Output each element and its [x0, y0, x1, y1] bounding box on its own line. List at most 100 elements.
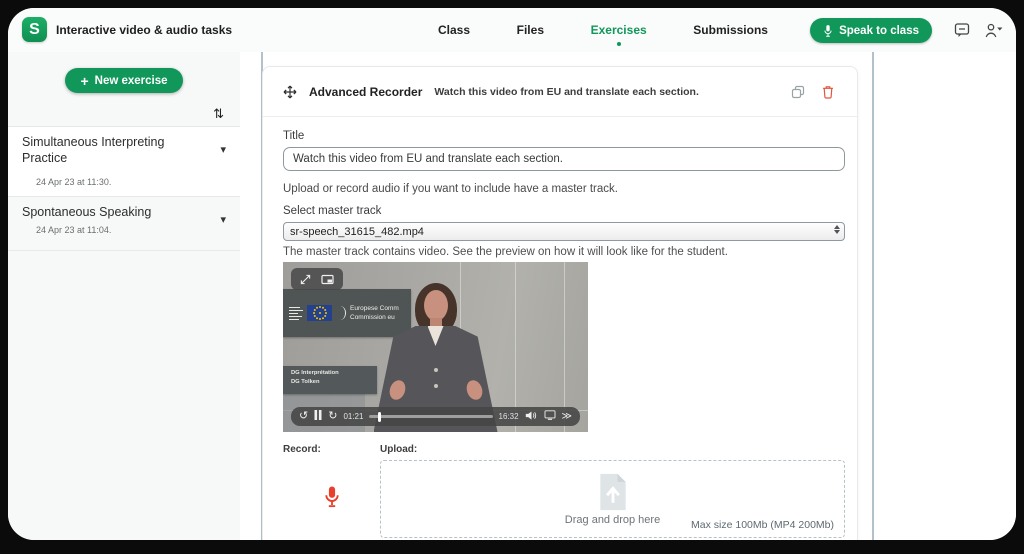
file-upload-icon: [597, 473, 629, 511]
preview-hint: The master track contains video. See the…: [283, 246, 845, 258]
upload-dropzone[interactable]: Drag and drop here Max size 100Mb (MP4 2…: [380, 460, 845, 538]
copy-icon: [791, 85, 805, 99]
volume-button[interactable]: [525, 410, 538, 424]
selected-track-value: sr-speech_31615_482.mp4: [290, 226, 424, 238]
exercise-date: 24 Apr 23 at 11:30.: [36, 177, 206, 187]
advanced-recorder-card: Advanced Recorder Watch this video from …: [262, 66, 858, 540]
logo-letter: S: [29, 21, 40, 39]
video-preview[interactable]: Europese Comm Commission eu DG Interprét…: [283, 262, 588, 432]
dg-interpretation-sign: DG Interprétation DG Tolken: [283, 366, 377, 394]
exercise-list-item-spontaneous-speaking[interactable]: Spontaneous Speaking 24 Apr 23 at 11:04.…: [8, 197, 240, 251]
plus-icon: +: [80, 74, 88, 88]
expand-button[interactable]: [300, 274, 311, 285]
video-overlay-controls: [291, 268, 343, 290]
video-player-bar: ↺ ↻ 01:21 16:32: [291, 407, 580, 426]
trash-icon: [822, 85, 834, 99]
chevron-down-icon[interactable]: ▾: [220, 213, 226, 226]
record-label: Record:: [283, 444, 380, 455]
spinner-down-arrow: [834, 230, 840, 234]
eu-flag: [307, 305, 332, 321]
dropzone-text: Drag and drop here: [565, 514, 660, 526]
duplicate-block-button[interactable]: [789, 83, 807, 101]
spinner-up-arrow: [834, 225, 840, 229]
chevron-down-icon[interactable]: ▾: [220, 143, 226, 156]
progress-bar[interactable]: [369, 415, 492, 418]
master-track-hint: Upload or record audio if you want to in…: [283, 183, 845, 195]
block-type-title: Advanced Recorder: [309, 85, 422, 99]
app-window: S Interactive video & audio tasks Class …: [8, 8, 1016, 540]
exercise-title: Simultaneous Interpreting Practice: [22, 135, 206, 166]
title-input[interactable]: [283, 147, 845, 171]
card-header: Advanced Recorder Watch this video from …: [263, 67, 857, 117]
delete-block-button[interactable]: [819, 83, 837, 101]
select-spinner-icon: [834, 225, 840, 234]
person-face: [424, 290, 448, 321]
more-controls-button[interactable]: ≫: [562, 411, 572, 422]
sort-icon[interactable]: ⇅: [213, 107, 224, 120]
tab-class-label: Class: [438, 23, 470, 37]
title-field-label: Title: [283, 130, 845, 142]
pause-icon: [314, 410, 322, 420]
microphone-icon: [823, 24, 833, 38]
tab-submissions[interactable]: Submissions: [691, 19, 770, 41]
tab-files-label: Files: [517, 23, 544, 37]
select-master-track-label: Select master track: [283, 205, 845, 217]
tab-files[interactable]: Files: [515, 19, 546, 41]
display-icon: [544, 410, 556, 420]
editor-right-divider: [872, 52, 874, 540]
exercise-list-item-simultaneous-interpreting[interactable]: Simultaneous Interpreting Practice 24 Ap…: [8, 127, 240, 197]
chat-button[interactable]: [952, 21, 972, 39]
drag-handle-icon[interactable]: [283, 85, 297, 99]
cast-button[interactable]: [544, 410, 556, 423]
dropzone-size-limit: Max size 100Mb (MP4 200Mb): [691, 519, 834, 531]
exercise-date: 24 Apr 23 at 11:04.: [36, 225, 206, 235]
active-tab-dot: [617, 42, 621, 46]
tab-class[interactable]: Class: [436, 19, 472, 41]
current-time: 01:21: [343, 412, 363, 421]
volume-icon: [525, 410, 538, 421]
sign-stripes-decoration: [289, 307, 303, 320]
app-logo: S: [22, 17, 47, 42]
rewind-button[interactable]: ↺: [299, 411, 308, 422]
eu-commission-sign: Europese Comm Commission eu: [283, 289, 411, 337]
sign-fan-decoration: [336, 306, 346, 320]
sign2-line-2: DG Tolken: [291, 378, 377, 387]
exercise-sidebar: + New exercise ⇅ Simultaneous Interpreti…: [8, 52, 240, 540]
picture-in-picture-button[interactable]: [321, 274, 334, 285]
new-exercise-button[interactable]: + New exercise: [65, 68, 182, 93]
sign-line-1: Europese Comm: [350, 305, 399, 312]
record-column: [283, 460, 380, 538]
progress-handle[interactable]: [378, 412, 381, 422]
tab-submissions-label: Submissions: [693, 23, 768, 37]
record-upload-labels: Record: Upload:: [283, 444, 845, 455]
sign-line-2: Commission eu: [350, 314, 395, 321]
main-nav: Class Files Exercises Submissions: [436, 8, 770, 52]
forward-button[interactable]: ↻: [328, 411, 337, 422]
block-summary: Watch this video from EU and translate e…: [434, 86, 699, 98]
speak-to-class-button[interactable]: Speak to class: [810, 18, 932, 43]
duration: 16:32: [499, 412, 519, 421]
master-track-select[interactable]: sr-speech_31615_482.mp4: [283, 222, 845, 241]
expand-icon: [300, 274, 311, 285]
record-microphone-button[interactable]: [324, 485, 340, 514]
new-exercise-label: New exercise: [95, 75, 168, 87]
page-title: Interactive video & audio tasks: [56, 8, 232, 52]
exercise-title: Spontaneous Speaking: [22, 205, 206, 221]
tab-exercises[interactable]: Exercises: [589, 19, 649, 41]
pause-button[interactable]: [314, 410, 322, 423]
sign2-line-1: DG Interprétation: [291, 369, 377, 378]
upload-label: Upload:: [380, 444, 417, 455]
record-upload-row: Drag and drop here Max size 100Mb (MP4 2…: [283, 460, 845, 538]
card-body: Title Upload or record audio if you want…: [263, 117, 857, 538]
eu-flag-stars: [319, 312, 321, 314]
user-menu-button[interactable]: [984, 21, 1004, 39]
chat-icon: [954, 22, 970, 38]
picture-in-picture-icon: [321, 274, 334, 285]
sign-text: Europese Comm Commission eu: [350, 304, 399, 323]
tab-exercises-label: Exercises: [591, 23, 647, 37]
record-microphone-icon: [324, 485, 340, 509]
suit-button: [434, 368, 438, 372]
speak-button-label: Speak to class: [839, 25, 919, 37]
user-icon: [985, 23, 1004, 38]
app-header: S Interactive video & audio tasks Class …: [8, 8, 1016, 52]
